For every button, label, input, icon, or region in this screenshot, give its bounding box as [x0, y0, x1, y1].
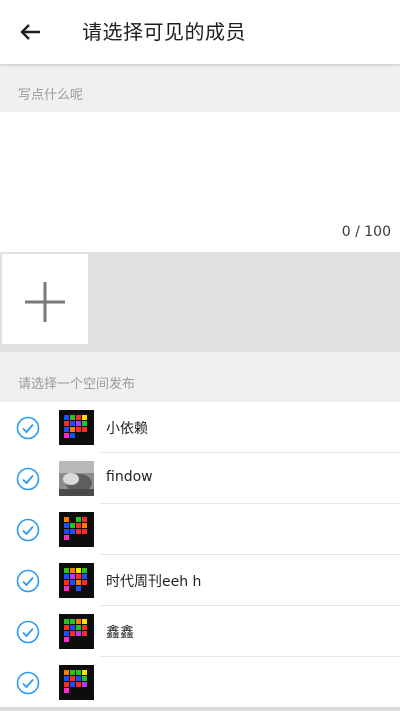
arrow-left-icon [20, 24, 40, 40]
char-counter: 0 / 100 [341, 224, 391, 240]
member-name: 小依赖 [106, 421, 148, 437]
member-name: 鑫鑫 [106, 625, 134, 641]
app-bar: 请选择可见的成员 [0, 0, 400, 64]
plus-icon [25, 282, 65, 322]
compose-textarea[interactable] [0, 112, 400, 252]
members-section-label: 请选择一个空间发布 [18, 377, 136, 392]
check-circle-icon[interactable] [16, 671, 40, 695]
check-circle-icon[interactable] [16, 416, 40, 440]
member-name: 时代周刊eeh h [106, 574, 202, 590]
compose-header: 写点什么呢 [0, 64, 400, 112]
member-row[interactable]: 鑫鑫 [0, 606, 400, 657]
check-circle-icon[interactable] [16, 569, 40, 593]
compose-placeholder: 写点什么呢 [18, 88, 84, 103]
page-title: 请选择可见的成员 [82, 20, 246, 44]
avatar [59, 614, 94, 649]
avatar [59, 461, 94, 496]
avatar [59, 563, 94, 598]
check-circle-icon[interactable] [16, 518, 40, 542]
member-row[interactable] [0, 504, 400, 555]
avatar [59, 410, 94, 445]
member-row[interactable]: 小依赖 [0, 402, 400, 453]
member-row[interactable]: findow [0, 453, 400, 504]
member-list: 小依赖 findow 时代周刊eeh h 鑫鑫 [0, 402, 400, 711]
avatar [59, 512, 94, 547]
member-row[interactable] [0, 657, 400, 708]
avatar [59, 665, 94, 700]
check-circle-icon[interactable] [16, 620, 40, 644]
bottom-edge [0, 707, 400, 711]
add-photo-button[interactable] [2, 254, 88, 344]
check-circle-icon[interactable] [16, 467, 40, 491]
member-name: findow [106, 469, 153, 485]
member-row[interactable]: 时代周刊eeh h [0, 555, 400, 606]
members-section-header: 请选择一个空间发布 [0, 352, 400, 402]
back-button[interactable] [14, 17, 48, 47]
